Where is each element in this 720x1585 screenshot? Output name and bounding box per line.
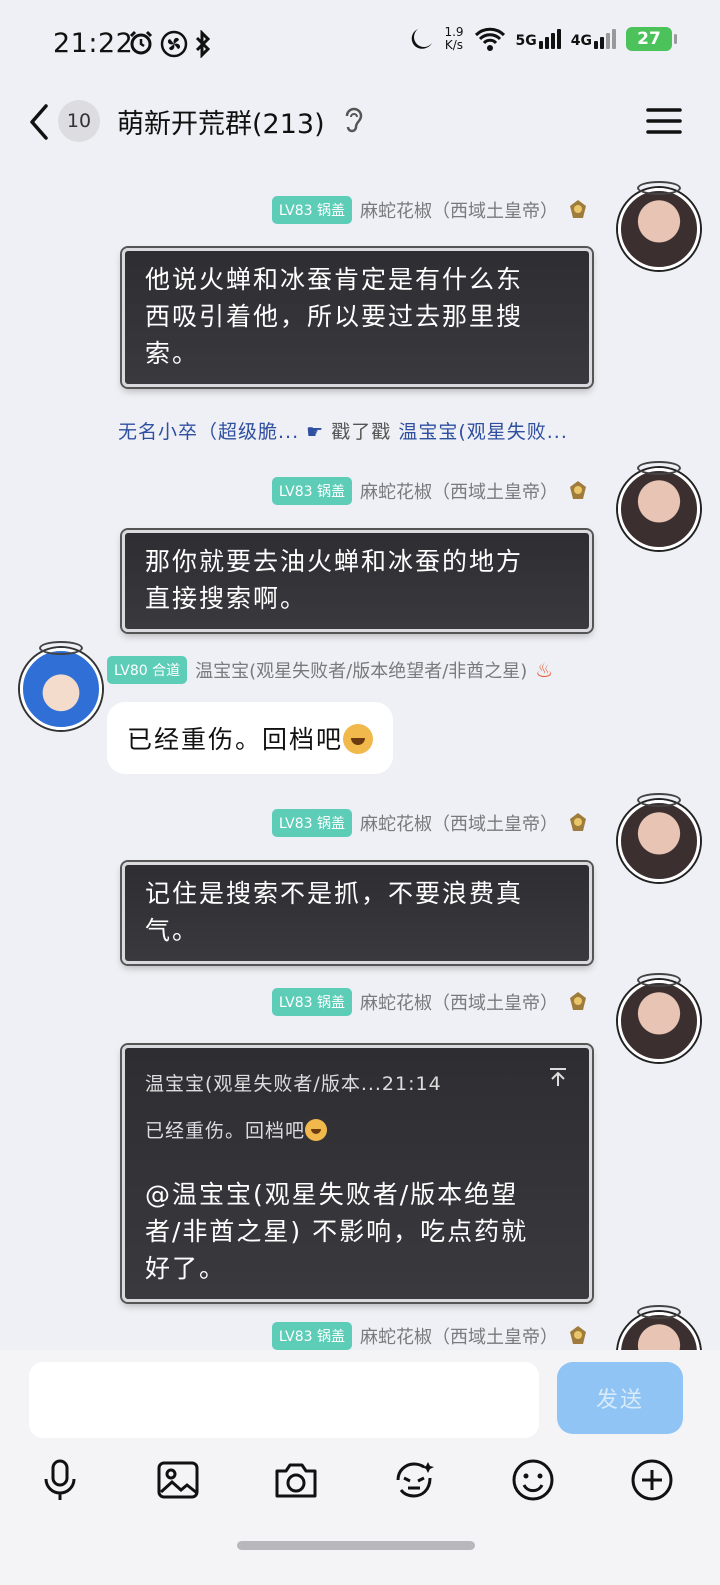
message-meta: LV83 锅盖 麻蛇花椒（西域土皇帝）	[271, 477, 590, 505]
fire-icon: ♨	[535, 658, 554, 682]
avatar[interactable]	[618, 793, 700, 882]
camera-icon[interactable]	[272, 1456, 320, 1504]
poke-action: 戳了戳	[331, 421, 392, 443]
sender-name[interactable]: 麻蛇花椒（西域土皇帝）	[360, 989, 558, 1015]
microphone-icon[interactable]	[36, 1456, 84, 1504]
crest-icon	[570, 481, 586, 499]
bluetooth-icon	[195, 30, 211, 58]
message-meta: LV83 锅盖 麻蛇花椒（西域土皇帝）	[271, 988, 590, 1016]
message-meta: LV83 锅盖 麻蛇花椒（西域土皇帝）	[271, 196, 590, 224]
emoji-icon[interactable]	[509, 1456, 557, 1504]
message-bubble[interactable]: 他说火蝉和冰蚕肯定是有什么东 西吸引着他，所以要过去那里搜 索。	[122, 248, 592, 387]
quote-author: 温宝宝(观星失败者/版本...21:14	[145, 1073, 442, 1095]
avatar[interactable]	[618, 181, 700, 270]
sender-name[interactable]: 麻蛇花椒（西域土皇帝）	[360, 197, 558, 223]
sticker-emoji-icon	[305, 1119, 328, 1141]
composer-toolbar	[0, 1456, 720, 1516]
jump-up-icon[interactable]	[547, 1066, 569, 1088]
crest-icon	[570, 200, 586, 218]
alarm-icon	[129, 30, 153, 55]
message-bubble[interactable]: 那你就要去油火蝉和冰蚕的地方 直接搜索啊。	[122, 530, 592, 632]
crest-icon	[570, 1326, 586, 1344]
avatar[interactable]	[618, 973, 700, 1062]
wifi-icon	[474, 27, 505, 51]
message-meta: LV83 锅盖 麻蛇花椒（西域土皇帝）	[271, 809, 590, 837]
quoted-message-text: 已经重伤。回档吧	[145, 1113, 569, 1150]
level-badge: LV83 锅盖	[271, 809, 352, 837]
sticker-icon[interactable]	[390, 1456, 438, 1504]
message-meta: LV83 锅盖 麻蛇花椒（西域土皇帝）	[271, 1322, 590, 1350]
level-badge: LV83 锅盖	[271, 1322, 352, 1350]
message-bubble[interactable]: 记住是搜索不是抓，不要浪费真 气。	[122, 862, 592, 964]
sender-name[interactable]: 麻蛇花椒（西域土皇帝）	[360, 1323, 558, 1349]
sender-name[interactable]: 温宝宝(观星失败者/版本绝望者/非酋之星)	[195, 657, 527, 683]
signal-5g: 5G	[516, 29, 561, 49]
message-input[interactable]	[29, 1362, 539, 1438]
status-left-icons	[128, 30, 212, 58]
level-badge: LV80 合道	[107, 656, 188, 684]
level-badge: LV83 锅盖	[271, 477, 352, 505]
crest-icon	[570, 992, 586, 1010]
sender-name[interactable]: 麻蛇花椒（西域土皇帝）	[360, 810, 558, 836]
poke-actor[interactable]: 无名小卒（超级脆...	[118, 421, 299, 443]
unread-badge[interactable]: 10	[58, 100, 100, 142]
pointing-hand-icon: ☛	[306, 421, 325, 443]
avatar[interactable]	[618, 461, 700, 550]
back-arrow-icon[interactable]	[22, 100, 58, 144]
signal-4g: 4G	[571, 29, 616, 49]
plus-icon[interactable]	[628, 1456, 676, 1504]
system-poke-notice: 无名小卒（超级脆... ☛ 戳了戳 温宝宝(观星失败...	[118, 417, 568, 444]
avatar[interactable]	[20, 641, 102, 730]
group-title[interactable]: 萌新开荒群(213)	[117, 102, 325, 141]
chat-header: 10 萌新开荒群(213)	[0, 90, 720, 160]
poke-target[interactable]: 温宝宝(观星失败...	[398, 421, 568, 443]
menu-icon[interactable]	[646, 106, 682, 136]
status-time: 21:22	[53, 28, 134, 59]
reply-message-bubble[interactable]: 温宝宝(观星失败者/版本...21:14 已经重伤。回档吧 @温宝宝(观星失败者…	[122, 1045, 592, 1302]
moon-icon	[412, 29, 433, 49]
home-indicator[interactable]	[237, 1541, 475, 1550]
send-button[interactable]: 发送	[557, 1362, 683, 1434]
level-badge: LV83 锅盖	[271, 196, 352, 224]
quoted-message-header[interactable]: 温宝宝(观星失败者/版本...21:14	[145, 1066, 569, 1103]
ear-icon[interactable]	[342, 106, 366, 136]
network-rate: 1.9 K/s	[444, 25, 464, 52]
sender-name[interactable]: 麻蛇花椒（西域土皇帝）	[360, 478, 558, 504]
status-bar: 21:22 1.9 K/s 5G 4G 27	[0, 0, 720, 90]
level-badge: LV83 锅盖	[271, 988, 352, 1016]
message-bubble[interactable]: 已经重伤。回档吧	[107, 702, 394, 774]
sticker-emoji-icon	[343, 724, 374, 754]
crest-icon	[570, 813, 586, 831]
image-icon[interactable]	[154, 1456, 202, 1504]
battery-indicator: 27	[626, 27, 677, 51]
status-right-icons: 1.9 K/s 5G 4G 27	[408, 25, 677, 52]
message-meta: LV80 合道 温宝宝(观星失败者/版本绝望者/非酋之星) ♨	[107, 656, 553, 684]
fan-icon	[160, 30, 188, 58]
